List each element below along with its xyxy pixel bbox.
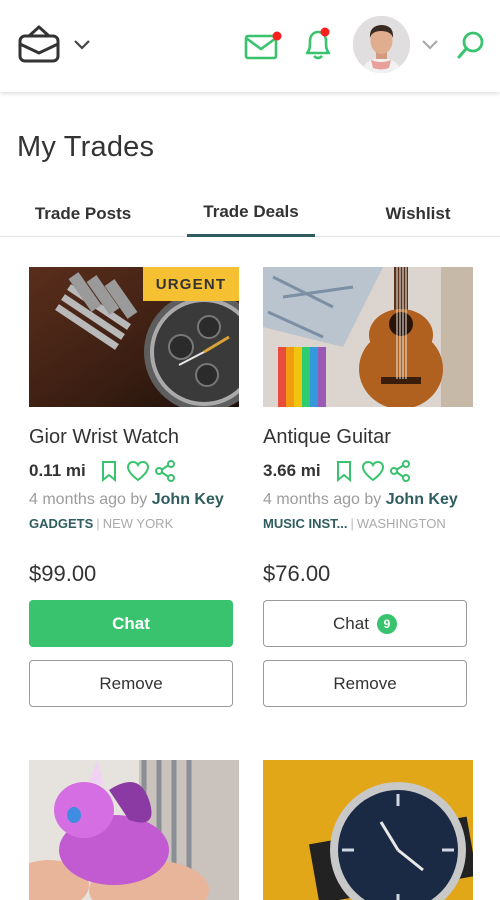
chat-button-label: Chat [112,613,150,633]
product-name[interactable]: Gior Wrist Watch [29,426,239,450]
remove-button-label: Remove [99,673,163,693]
category-location: MUSIC INST... | WASHINGTON [263,516,473,531]
product-image[interactable] [263,267,473,407]
price: $76.00 [263,561,331,586]
remove-button[interactable]: Remove [29,660,233,707]
tab-wishlist[interactable]: Wishlist [366,190,470,237]
shopping-bag-icon[interactable] [16,24,62,64]
location: NEW YORK [102,516,174,531]
share-icon[interactable] [154,460,176,482]
product-image[interactable]: URGENT [29,267,239,407]
product-meta: 0.11 mi [29,458,239,484]
tab-trade-deals[interactable]: Trade Deals [187,190,315,237]
heart-icon[interactable] [361,460,384,482]
tab-trade-posts[interactable]: Trade Posts [16,190,150,237]
mail-icon[interactable] [244,31,282,61]
product-name[interactable]: Antique Guitar [263,426,473,450]
tab-bar: Trade Posts Trade Deals Wishlist [0,190,500,237]
chevron-down-icon[interactable] [73,38,91,50]
search-icon[interactable] [456,30,486,60]
posted-time: 4 months ago by [263,491,382,508]
bookmark-icon[interactable] [333,460,355,482]
distance: 0.11 mi [29,461,86,480]
page-title: My Trades [17,131,155,163]
remove-button-label: Remove [333,673,397,693]
bookmark-icon[interactable] [98,460,120,482]
distance: 3.66 mi [263,461,321,480]
posted-time: 4 months ago by [29,491,148,508]
author-link[interactable]: John Key [386,491,458,508]
product-meta: 3.66 mi [263,458,473,484]
price: $99.00 [29,561,97,586]
product-image[interactable] [263,760,473,900]
category-link[interactable]: MUSIC INST... [263,516,348,531]
chevron-down-icon[interactable] [421,38,439,50]
trade-card: URGENT Gior Wrist Watch 0.11 mi 4 months… [29,267,239,707]
posted-info: 4 months ago by John Key [263,491,473,509]
chat-button[interactable]: Chat [29,600,233,647]
separator: | [350,516,354,531]
trade-card: Antique Guitar 3.66 mi 4 months ago by J… [263,267,473,707]
chat-button-label: Chat [333,613,369,633]
separator: | [96,516,100,531]
chat-button[interactable]: Chat 9 [263,600,467,647]
remove-button[interactable]: Remove [263,660,467,707]
category-location: GADGETS | NEW YORK [29,516,239,531]
share-icon[interactable] [389,460,411,482]
product-image[interactable] [29,760,239,900]
avatar[interactable] [353,16,410,73]
app-header [0,0,500,92]
posted-info: 4 months ago by John Key [29,491,239,509]
location: WASHINGTON [356,516,446,531]
heart-icon[interactable] [126,460,149,482]
author-link[interactable]: John Key [152,491,224,508]
bell-icon[interactable] [302,26,334,62]
category-link[interactable]: GADGETS [29,516,93,531]
urgent-badge: URGENT [143,267,239,301]
unread-count-badge: 9 [376,613,397,634]
